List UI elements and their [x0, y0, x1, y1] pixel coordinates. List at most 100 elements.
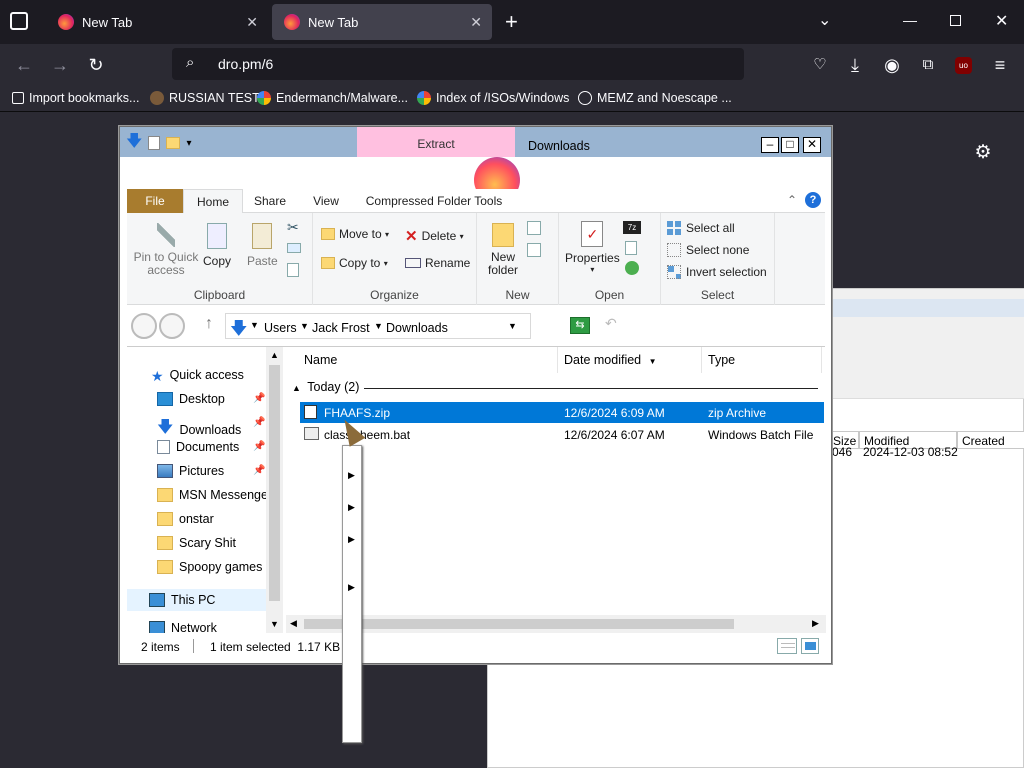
history-icon[interactable] — [625, 261, 639, 275]
extract-context-tab[interactable]: Extract — [357, 127, 515, 157]
tab-share[interactable]: Share — [245, 189, 295, 213]
close-window-icon[interactable]: ✕ — [995, 11, 1008, 31]
nav-scary-shit[interactable]: Scary Shit — [157, 536, 236, 550]
select-all-button[interactable]: Select all — [667, 221, 735, 235]
address-dropdown-icon[interactable]: ▼ — [508, 321, 517, 331]
properties-check-icon[interactable] — [148, 136, 161, 150]
scroll-thumb[interactable] — [269, 365, 280, 601]
column-name[interactable]: Name — [292, 347, 558, 373]
minimize-button[interactable]: – — [761, 137, 779, 153]
bookmark-endermanch[interactable]: Endermanch/Malware... — [257, 91, 408, 105]
down-arrow-icon[interactable]: 🡇 — [126, 130, 142, 157]
tab-compressed-folder-tools[interactable]: Compressed Folder Tools — [359, 189, 509, 213]
list-all-tabs-icon[interactable]: ⌄ — [818, 10, 831, 30]
customize-toolbar-icon[interactable]: ▾ — [186, 138, 191, 149]
title-bar[interactable]: 🡇 ▾ Extract Downloads – □ ✕ — [120, 127, 831, 157]
nav-scrollbar[interactable]: ▲ ▼ — [266, 347, 283, 633]
nav-msn-messenger[interactable]: MSN Messenger — [157, 488, 272, 502]
tab-list-icon[interactable] — [10, 12, 28, 30]
invert-selection-button[interactable]: Invert selection — [667, 265, 767, 279]
url-bar[interactable]: ⌕ dro.pm/6 — [172, 48, 744, 80]
nav-pictures[interactable]: Pictures — [157, 464, 224, 478]
account-icon[interactable]: ◉ — [880, 53, 904, 77]
help-icon[interactable]: ? — [805, 192, 821, 208]
gear-icon[interactable]: ⚙ — [972, 142, 994, 164]
bg-col-created[interactable]: Created — [957, 431, 1024, 449]
breadcrumb-users[interactable]: Users — [264, 321, 297, 335]
pocket-icon[interactable]: ♡ — [808, 53, 832, 77]
url-text[interactable]: dro.pm/6 — [218, 56, 273, 72]
select-none-button[interactable]: Select none — [667, 243, 749, 257]
hscroll-thumb[interactable] — [304, 619, 734, 629]
minimize-icon[interactable]: — — [903, 12, 917, 28]
bookmark-import[interactable]: Import bookmarks... — [12, 91, 139, 105]
menu-icon[interactable]: ≡ — [988, 53, 1012, 77]
paste-shortcut-icon[interactable] — [287, 263, 299, 277]
tab-home[interactable]: Home — [183, 189, 243, 213]
properties-button[interactable]: ✓ Properties ▾ — [565, 221, 620, 274]
nav-desktop[interactable]: Desktop — [157, 392, 225, 406]
forward-button[interactable] — [159, 313, 185, 339]
history-back-icon[interactable]: ↶ — [605, 315, 617, 332]
column-type[interactable]: Type — [702, 347, 822, 373]
nav-documents[interactable]: Documents — [157, 440, 239, 454]
copy-to-button[interactable]: Copy to ▾ — [321, 256, 388, 270]
extensions-icon[interactable]: ⧉ — [916, 53, 940, 77]
file-row-classicheem[interactable]: classicheem.bat 12/6/2024 6:07 AM Window… — [300, 424, 824, 445]
reload-icon[interactable]: ↻ — [84, 53, 108, 77]
close-tab-icon[interactable]: ✕ — [246, 14, 258, 31]
column-date-modified[interactable]: Date modified ▼ — [558, 347, 702, 373]
up-arrow-icon[interactable]: ↑ — [205, 315, 213, 333]
forward-icon[interactable]: → — [48, 53, 72, 77]
nav-onstar[interactable]: onstar — [157, 512, 214, 526]
nav-quick-access[interactable]: ★ Quick access — [151, 368, 244, 384]
move-to-button[interactable]: Move to ▾ — [321, 227, 389, 241]
back-icon[interactable]: ← — [12, 53, 36, 77]
breadcrumb-jack-frost[interactable]: Jack Frost — [312, 321, 370, 335]
tab-2[interactable]: New Tab ✕ — [272, 4, 492, 40]
close-button[interactable]: ✕ — [803, 137, 821, 153]
new-tab-button[interactable]: + — [505, 9, 518, 35]
bookmark-memz[interactable]: MEMZ and Noescape ... — [578, 91, 732, 105]
collapse-group-icon[interactable]: ▲ — [292, 383, 301, 393]
collapse-ribbon-icon[interactable]: ⌃ — [787, 193, 797, 207]
pin-quick-access-button[interactable]: Pin to Quick access — [133, 223, 199, 277]
file-row-fhaafs[interactable]: FHAAFS.zip 12/6/2024 6:09 AM zip Archive — [300, 402, 824, 423]
details-view-icon[interactable] — [777, 638, 797, 654]
open-with-7z-icon[interactable]: 7z — [623, 221, 641, 234]
edit-icon[interactable] — [625, 241, 637, 255]
nav-spoopy-games[interactable]: Spoopy games — [157, 560, 262, 574]
close-tab-icon[interactable]: ✕ — [470, 14, 482, 31]
refresh-icon[interactable]: ⇆ — [570, 317, 590, 334]
delete-button[interactable]: ✕ Delete ▾ — [405, 227, 464, 245]
nav-this-pc[interactable]: This PC — [127, 589, 267, 611]
scroll-right-icon[interactable]: ▶ — [812, 618, 819, 629]
tab-1[interactable]: New Tab ✕ — [46, 4, 268, 40]
restore-icon[interactable] — [950, 15, 961, 26]
tab-view[interactable]: View — [301, 189, 351, 213]
new-item-icon[interactable] — [527, 221, 541, 235]
bookmark-russian-test[interactable]: RUSSIAN TEST — [150, 91, 260, 105]
scroll-down-icon[interactable]: ▼ — [270, 619, 279, 629]
group-today[interactable]: ▲ Today (2) — [292, 380, 818, 396]
easy-access-icon[interactable] — [527, 243, 541, 257]
copy-path-icon[interactable] — [287, 243, 301, 253]
scroll-up-icon[interactable]: ▲ — [270, 350, 279, 360]
bookmark-isos[interactable]: Index of /ISOs/Windows — [417, 91, 569, 105]
context-menu-strip[interactable]: ▶ ▶ ▶ ▶ — [342, 445, 362, 743]
folder-icon[interactable] — [166, 137, 181, 149]
maximize-button[interactable]: □ — [781, 137, 799, 153]
address-bar[interactable]: 🡇 ▼ Users ▼ Jack Frost ▼ Downloads ▼ — [225, 313, 531, 339]
back-button[interactable] — [131, 313, 157, 339]
paste-button[interactable]: Paste — [247, 223, 278, 268]
nav-downloads[interactable]: 🡇 Downloads — [157, 416, 241, 443]
scroll-left-icon[interactable]: ◀ — [290, 618, 297, 629]
large-icons-view-icon[interactable] — [801, 638, 819, 654]
downloads-icon[interactable]: ⤓ — [843, 53, 867, 77]
breadcrumb-downloads[interactable]: Downloads — [386, 321, 448, 335]
tab-file[interactable]: File — [127, 189, 183, 213]
new-folder-button[interactable]: New folder — [485, 223, 521, 277]
rename-button[interactable]: Rename — [405, 256, 470, 270]
cut-icon[interactable]: ✂ — [287, 219, 299, 236]
ublock-icon[interactable]: uo — [955, 57, 972, 74]
